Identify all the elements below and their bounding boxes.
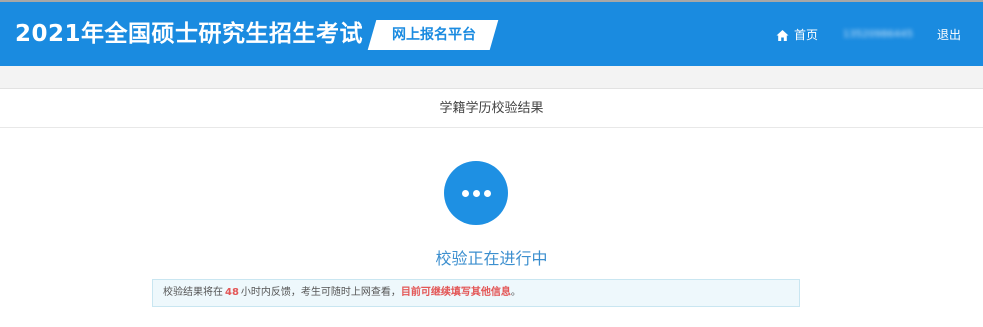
notice-hours: 48 <box>225 287 239 298</box>
nav-home-link[interactable]: 首页 <box>776 25 818 45</box>
site-title: 2021年全国硕士研究生招生考试 <box>15 21 364 47</box>
notice-end: 。 <box>510 287 521 298</box>
notice-text-before: 校验结果将在 <box>163 287 223 298</box>
status-dot <box>462 190 469 197</box>
status-dot <box>484 190 491 197</box>
notice-box: 校验结果将在 48 小时内反馈，考生可随时上网查看，目前可继续填写其他信息。 <box>152 279 800 307</box>
platform-label: 网上报名平台 <box>392 27 476 43</box>
status-dot <box>473 190 480 197</box>
more-dots-icon <box>444 161 508 225</box>
nav-home-label: 首页 <box>794 28 819 42</box>
status-text: 校验正在进行中 <box>435 249 548 268</box>
user-account: 13520986445 <box>843 29 913 40</box>
notice-highlight: 目前可继续填写其他信息 <box>400 287 511 298</box>
result-panel: 学籍学历校验结果 校验正在进行中 校验结果将在 48 小时内反馈，考生可随时上网查看… <box>0 89 983 327</box>
notice-text-after: 小时内反馈，考生可随时上网查看， <box>240 287 401 298</box>
logout-link[interactable]: 退出 <box>937 25 961 45</box>
home-icon <box>776 29 789 42</box>
site-header: 2021年全国硕士研究生招生考试 网上报名平台 首页 13520986445 退… <box>0 2 983 66</box>
sub-bar <box>0 66 983 89</box>
panel-title: 学籍学历校验结果 <box>0 89 983 128</box>
